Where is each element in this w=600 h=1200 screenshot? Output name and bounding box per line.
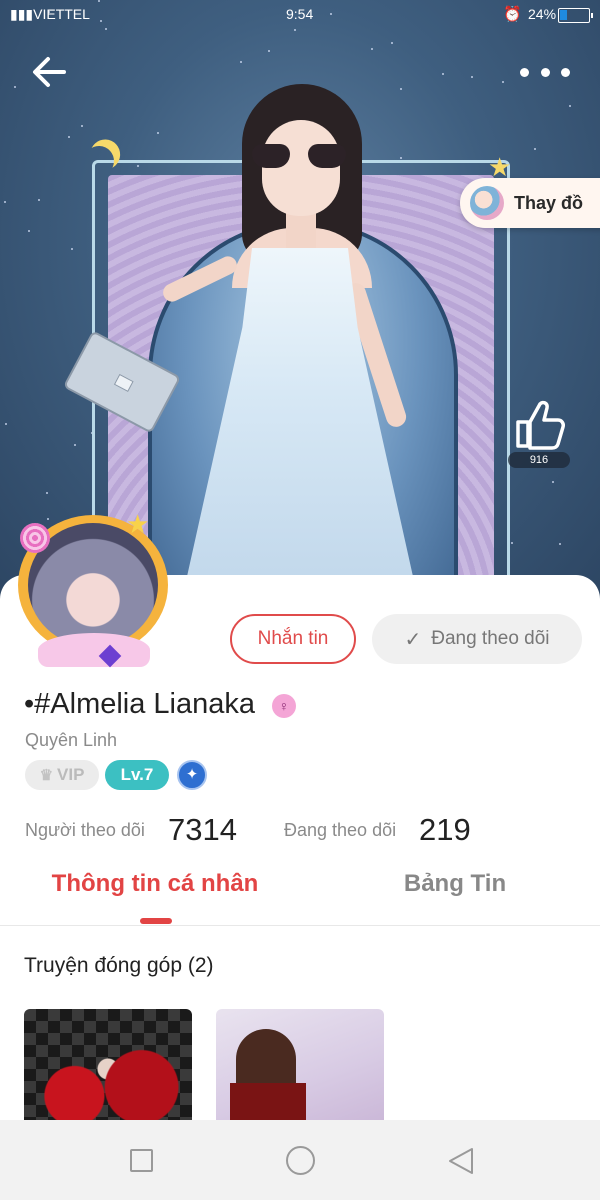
battery-icon — [558, 8, 593, 23]
following-button[interactable]: ✓ Đang theo dõi — [372, 614, 582, 664]
signal-icon: ▮▮▮ — [10, 6, 34, 22]
following-button-label: Đang theo dõi — [431, 628, 550, 649]
star-dot — [391, 42, 393, 44]
star-dot — [371, 48, 373, 50]
female-gender-icon: ♀ — [272, 694, 296, 718]
app-screen: ★ ▮▮▮VIETTEL 9:54 ⏰ 24% Thay đồ 916 ★ Nh… — [0, 0, 600, 1200]
thumbs-up-icon — [516, 400, 565, 450]
more-dots-icon — [520, 67, 529, 77]
star-dot — [28, 230, 30, 232]
star-dot — [74, 444, 76, 446]
arrow-left-icon — [33, 57, 66, 87]
story-cover[interactable] — [24, 1009, 192, 1121]
recent-apps-square-icon[interactable] — [130, 1149, 153, 1172]
change-outfit-button[interactable]: Thay đồ — [460, 178, 600, 228]
battery-level-fill — [560, 10, 567, 20]
more-dots-icon — [540, 67, 550, 77]
star-dot — [534, 148, 536, 150]
vip-badge[interactable]: ♛ VIP — [25, 760, 99, 790]
home-circle-icon[interactable] — [286, 1146, 315, 1175]
username: Quyên Linh — [25, 730, 118, 750]
back-triangle-icon[interactable] — [446, 1146, 476, 1176]
status-time: 9:54 — [286, 6, 314, 22]
star-dot — [14, 86, 16, 88]
star-dot — [5, 423, 7, 425]
tab-news-feed[interactable]: Bảng Tin — [300, 870, 600, 910]
star-dot — [502, 81, 504, 83]
star-dot — [68, 136, 70, 138]
status-bar: ▮▮▮VIETTEL 9:54 ⏰ 24% — [0, 0, 600, 30]
contributions-title: Truyện đóng góp (2) — [24, 954, 214, 977]
following-label[interactable]: Đang theo dõi — [284, 820, 396, 841]
avatar[interactable]: ★ — [18, 509, 170, 668]
followers-label[interactable]: Người theo dõi — [25, 820, 145, 841]
back-button[interactable] — [30, 52, 70, 92]
alarm-icon: ⏰ — [503, 6, 522, 23]
star-dot — [240, 61, 242, 63]
carrier-label: ▮▮▮VIETTEL — [10, 6, 90, 22]
star-dot — [81, 125, 83, 127]
character-dress — [180, 248, 420, 600]
outfit-avatar-icon — [470, 186, 504, 220]
star-dot — [471, 76, 473, 78]
rank-emblem-icon[interactable]: ✦ — [177, 760, 207, 790]
profile-hero-banner: ★ ▮▮▮VIETTEL 9:54 ⏰ 24% Thay đồ 916 — [0, 0, 600, 600]
character-arm — [160, 253, 240, 305]
message-button[interactable]: Nhắn tin — [230, 614, 356, 664]
more-dots-icon — [561, 67, 570, 77]
star-dot — [71, 248, 73, 250]
star-dot — [46, 492, 48, 494]
display-name: •#Almelia Lianaka — [24, 688, 256, 720]
character-avatar-figure — [140, 80, 460, 600]
star-dot — [559, 543, 561, 545]
triangle-back-icon — [449, 1148, 473, 1174]
story-cover[interactable] — [216, 1009, 384, 1121]
active-tab-indicator — [140, 918, 172, 924]
like-count: 916 — [508, 452, 570, 468]
crown-icon: ♛ — [39, 767, 54, 784]
star-dot — [511, 542, 513, 544]
sunglasses-icon — [252, 144, 350, 168]
book-icon — [38, 633, 150, 667]
change-outfit-label: Thay đồ — [514, 192, 584, 213]
star-dot — [38, 199, 40, 201]
check-icon: ✓ — [404, 628, 422, 651]
character-face — [262, 120, 340, 216]
star-dot — [569, 105, 571, 107]
star-dot — [268, 50, 270, 52]
level-badge[interactable]: Lv.7 — [105, 760, 169, 790]
divider — [0, 925, 600, 926]
star-dot — [4, 201, 6, 203]
star-dot — [442, 73, 444, 75]
star-dot — [552, 481, 554, 483]
lollipop-icon — [20, 523, 50, 553]
star-icon: ★ — [126, 509, 150, 539]
followers-count[interactable]: 7314 — [168, 812, 237, 848]
battery-percent: 24% — [528, 6, 557, 22]
following-count[interactable]: 219 — [419, 812, 471, 848]
vip-label: VIP — [57, 765, 85, 784]
more-options-button[interactable] — [520, 60, 570, 84]
tab-personal-info[interactable]: Thông tin cá nhân — [0, 870, 310, 910]
